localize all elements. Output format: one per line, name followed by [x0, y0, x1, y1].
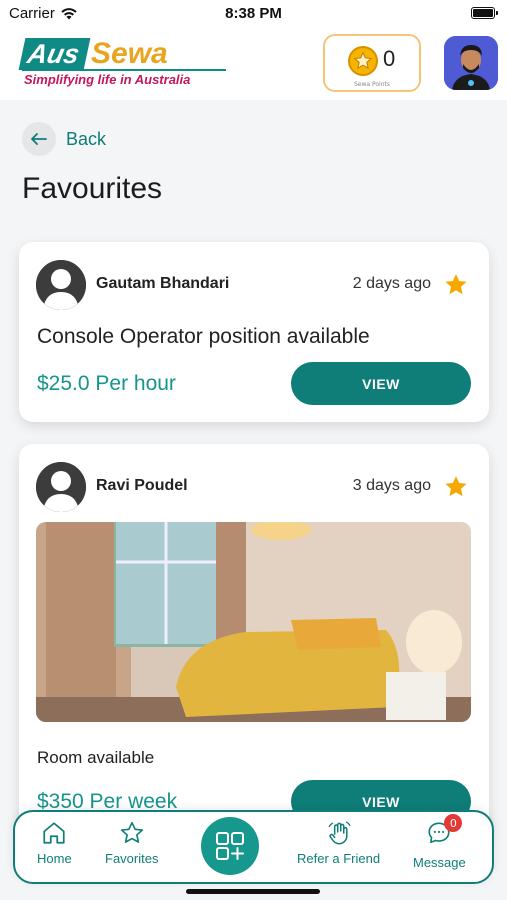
- points-caption: Sewa Points: [353, 81, 390, 88]
- wave-hand-icon: [328, 821, 351, 845]
- battery-icon: [471, 7, 498, 19]
- post-title: Console Operator position available: [37, 325, 370, 348]
- favourite-star-icon[interactable]: [443, 474, 469, 500]
- nav-favorites[interactable]: Favorites: [105, 820, 158, 866]
- bottom-navigation: Home Favorites Refer a Friend 0 Message: [13, 810, 494, 884]
- nav-message[interactable]: 0 Message: [413, 814, 466, 870]
- message-count-badge: 0: [444, 814, 463, 832]
- nav-refer-label: Refer a Friend: [297, 851, 381, 866]
- nav-refer-friend[interactable]: Refer a Friend: [297, 820, 380, 866]
- post-time: 2 days ago: [352, 275, 431, 292]
- logo-aus-text: Aus: [18, 38, 91, 70]
- nav-message-label: Message: [413, 855, 466, 870]
- nav-home-label: Home: [37, 851, 72, 866]
- profile-avatar[interactable]: [444, 36, 498, 90]
- room-photo[interactable]: [36, 522, 471, 722]
- favourite-star-icon[interactable]: [443, 272, 469, 298]
- favourite-card[interactable]: Ravi Poudel 3 days ago Room available $3…: [19, 444, 489, 844]
- author-name: Gautam Bhandari: [96, 275, 230, 292]
- arrow-left-icon[interactable]: [22, 122, 56, 156]
- add-post-button[interactable]: [201, 817, 259, 875]
- view-button[interactable]: VIEW: [291, 362, 471, 405]
- star-coin-icon: [348, 46, 378, 76]
- home-icon: [43, 822, 65, 844]
- logo-underline: [22, 69, 226, 71]
- post-time: 3 days ago: [352, 477, 431, 494]
- author-name: Ravi Poudel: [96, 477, 188, 494]
- points-badge[interactable]: 0 Sewa Points: [323, 34, 421, 92]
- user-avatar-icon: [36, 462, 86, 512]
- app-logo[interactable]: Aus Sewa Simplifying life in Australia: [18, 37, 232, 88]
- user-avatar-icon: [36, 260, 86, 310]
- chat-icon-wrap: 0: [426, 814, 463, 850]
- status-bar: Carrier 8:38 PM: [0, 0, 507, 26]
- status-time: 8:38 PM: [225, 5, 282, 22]
- nav-favorites-label: Favorites: [105, 851, 159, 866]
- back-label[interactable]: Back: [66, 129, 106, 150]
- logo-sewa-text: Sewa: [91, 37, 168, 70]
- points-count: 0: [383, 46, 396, 71]
- favourite-card[interactable]: Gautam Bhandari 2 days ago Console Opera…: [19, 242, 489, 422]
- post-price: $25.0 Per hour: [37, 372, 176, 395]
- app-header: Aus Sewa Simplifying life in Australia 0…: [0, 26, 507, 100]
- add-post-icon: [216, 832, 244, 860]
- logo-tagline: Simplifying life in Australia: [24, 72, 191, 87]
- nav-home[interactable]: Home: [37, 820, 72, 866]
- logo-wordmark: Aus Sewa: [18, 37, 168, 70]
- post-title: Room available: [37, 748, 155, 767]
- back-link[interactable]: Back: [22, 122, 106, 156]
- home-indicator: [186, 889, 320, 894]
- star-outline-icon: [120, 821, 143, 843]
- page-title: Favourites: [22, 172, 163, 205]
